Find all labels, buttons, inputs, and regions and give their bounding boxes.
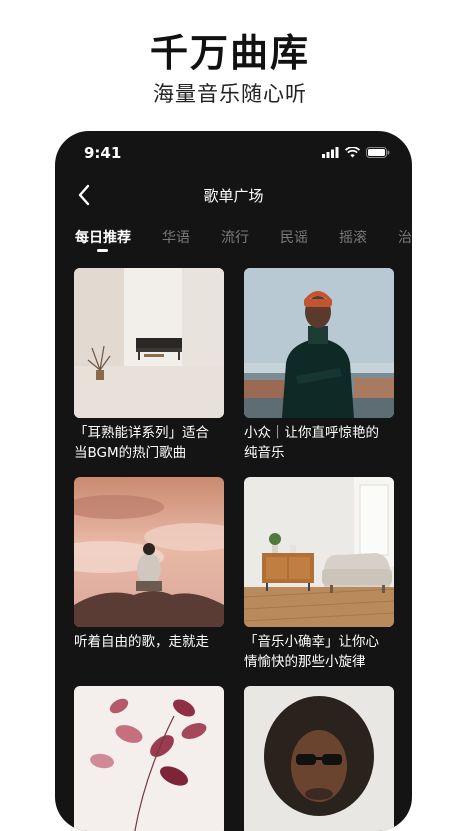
signal-icon xyxy=(322,147,339,158)
playlist-cover-image xyxy=(74,477,224,627)
battery-icon xyxy=(366,147,390,158)
wifi-icon xyxy=(345,147,360,158)
playlist-title: 「耳熟能详系列」适合 当BGM的热门歌曲 xyxy=(74,425,209,461)
playlist-cover-image xyxy=(74,268,224,418)
phone-screen: 9:41 歌单广场 每日推荐 华语 流行 民谣 摇滚 治 「耳熟能详系列」适合 … xyxy=(55,131,412,831)
playlist-card[interactable]: 小众｜让你直呼惊艳的 纯音乐 xyxy=(244,268,394,463)
tab-folk[interactable]: 民谣 xyxy=(280,227,308,247)
playlist-card[interactable] xyxy=(74,686,224,831)
tab-more[interactable]: 治 xyxy=(398,227,412,247)
playlist-title: 「音乐小确幸」让你心 情愉快的那些小旋律 xyxy=(244,634,379,670)
active-tab-indicator xyxy=(97,249,108,252)
playlist-title: 听着自由的歌，走就走 xyxy=(74,634,209,650)
playlist-card[interactable]: 「音乐小确幸」让你心 情愉快的那些小旋律 xyxy=(244,477,394,672)
status-time: 9:41 xyxy=(84,144,122,162)
playlist-cover-image xyxy=(244,686,394,831)
tab-rock[interactable]: 摇滚 xyxy=(339,227,367,247)
playlist-cover-image xyxy=(244,268,394,418)
playlist-title: 小众｜让你直呼惊艳的 纯音乐 xyxy=(244,425,379,461)
nav-title: 歌单广场 xyxy=(203,187,264,205)
tab-chinese[interactable]: 华语 xyxy=(162,227,190,247)
playlist-card[interactable]: 听着自由的歌，走就走 xyxy=(74,477,224,652)
playlist-card[interactable]: 「耳熟能详系列」适合 当BGM的热门歌曲 xyxy=(74,268,224,463)
playlist-cover-image xyxy=(244,477,394,627)
category-tabs: 每日推荐 华语 流行 民谣 摇滚 治 xyxy=(75,227,412,259)
tab-daily[interactable]: 每日推荐 xyxy=(75,227,131,247)
status-bar: 9:41 xyxy=(55,131,412,171)
playlist-card[interactable] xyxy=(244,686,394,831)
promo-subtitle: 海量音乐随心听 xyxy=(153,82,307,106)
tab-pop[interactable]: 流行 xyxy=(221,227,249,247)
nav-bar: 歌单广场 xyxy=(55,177,412,213)
playlist-cover-image xyxy=(74,686,224,831)
promo-title: 千万曲库 xyxy=(149,31,310,75)
